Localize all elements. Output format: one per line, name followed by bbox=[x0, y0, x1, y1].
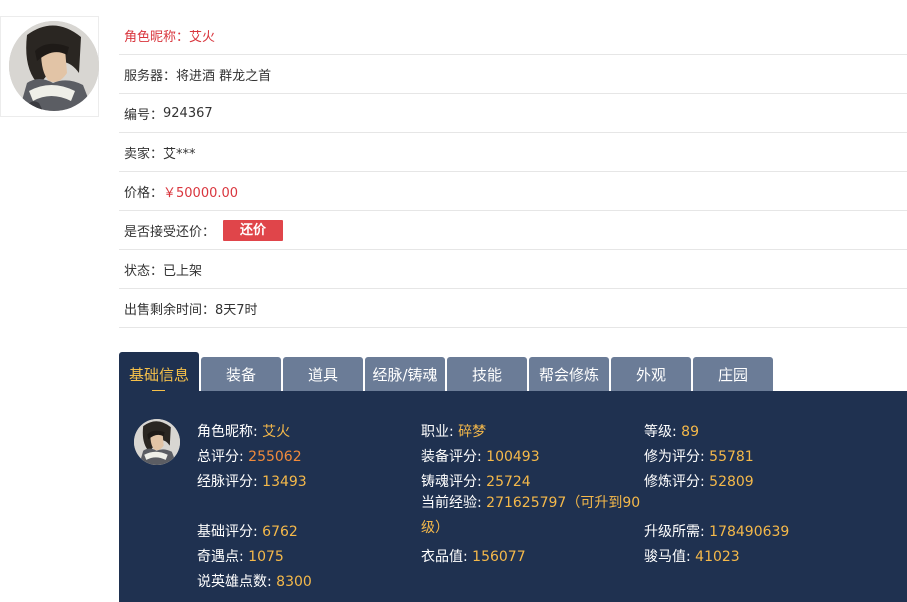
tab-manor[interactable]: 庄园 bbox=[693, 357, 773, 392]
price-value: ￥50000.00 bbox=[163, 185, 239, 201]
stat-hero-points: 说英雄点数: 8300 bbox=[197, 571, 312, 591]
stat-value: 156077 bbox=[472, 549, 526, 565]
seller-label: 卖家： bbox=[124, 146, 164, 162]
stat-label: 总评分: bbox=[197, 449, 249, 465]
stat-label: 奇遇点: bbox=[197, 549, 249, 565]
server-row: 服务器： 将进酒 群龙之首 bbox=[119, 55, 907, 94]
id-row: 编号： 924367 bbox=[119, 94, 907, 133]
stat-label: 当前经验: bbox=[421, 495, 487, 511]
stat-equip-score: 装备评分: 100493 bbox=[421, 446, 540, 466]
nickname-row: 角色昵称： 艾火 bbox=[119, 16, 907, 55]
remaining-time-value: 8天7时 bbox=[215, 302, 258, 318]
stat-label: 职业: bbox=[421, 424, 459, 440]
stat-value: 6762 bbox=[262, 524, 298, 540]
price-label: 价格： bbox=[124, 185, 164, 201]
stat-value: 8300 bbox=[276, 574, 312, 590]
stat-soul-score: 铸魂评分: 25724 bbox=[421, 471, 531, 491]
price-row: 价格： ￥50000.00 bbox=[119, 172, 907, 211]
stat-label: 说英雄点数: bbox=[197, 574, 277, 590]
stat-value: 1075 bbox=[248, 549, 284, 565]
stat-cultivation-score: 修为评分: 55781 bbox=[644, 446, 754, 466]
id-label: 编号： bbox=[124, 107, 164, 123]
stat-value: 89 bbox=[681, 424, 699, 440]
stat-label: 升级所需: bbox=[644, 524, 710, 540]
stat-horse: 骏马值: 41023 bbox=[644, 546, 740, 566]
counter-offer-row: 是否接受还价： 还价 bbox=[119, 211, 907, 250]
server-value: 将进酒 群龙之首 bbox=[176, 68, 272, 84]
stat-value: 178490639 bbox=[709, 524, 790, 540]
tab-label: 装备 bbox=[225, 366, 256, 384]
stat-value: 13493 bbox=[262, 474, 307, 490]
stat-label: 基础评分: bbox=[197, 524, 263, 540]
stat-nickname: 角色昵称: 艾火 bbox=[197, 421, 290, 441]
stat-label: 等级: bbox=[644, 424, 682, 440]
tab-equipment[interactable]: 装备 bbox=[201, 357, 281, 392]
character-avatar-small bbox=[134, 419, 180, 465]
status-value: 已上架 bbox=[163, 263, 203, 279]
stat-value: 55781 bbox=[709, 449, 754, 465]
stat-label: 经脉评分: bbox=[197, 474, 263, 490]
tab-label: 基础信息 bbox=[128, 366, 189, 384]
stat-label: 装备评分: bbox=[421, 449, 487, 465]
tab-label: 外观 bbox=[635, 366, 666, 384]
stat-value: 碎梦 bbox=[458, 424, 487, 440]
tab-label: 经脉/铸魂 bbox=[372, 366, 438, 384]
stat-current-exp: 当前经验: 271625797（可升到90级） bbox=[421, 491, 641, 541]
remaining-time-row: 出售剩余时间： 8天7时 bbox=[119, 289, 907, 328]
tab-appearance[interactable]: 外观 bbox=[611, 357, 691, 392]
stat-label: 修为评分: bbox=[644, 449, 710, 465]
remaining-time-label: 出售剩余时间： bbox=[124, 302, 216, 318]
tab-label: 帮会修炼 bbox=[538, 366, 599, 384]
tab-meridian[interactable]: 经脉/铸魂 bbox=[365, 357, 445, 392]
stat-label: 修炼评分: bbox=[644, 474, 710, 490]
tab-basic-info[interactable]: 基础信息 bbox=[119, 352, 199, 392]
stat-value: 41023 bbox=[695, 549, 740, 565]
stat-value: 100493 bbox=[486, 449, 540, 465]
stat-job: 职业: 碎梦 bbox=[421, 421, 486, 441]
stat-label: 衣品值: bbox=[421, 549, 473, 565]
counter-offer-label: 是否接受还价： bbox=[124, 224, 216, 240]
stat-total-score: 总评分: 255062 bbox=[197, 446, 302, 466]
character-avatar bbox=[9, 21, 99, 111]
stat-label: 角色昵称: bbox=[197, 424, 263, 440]
tab-label: 技能 bbox=[471, 366, 502, 384]
seller-value: 艾*** bbox=[163, 146, 196, 162]
status-row: 状态： 已上架 bbox=[119, 250, 907, 289]
stat-refine-score: 修炼评分: 52809 bbox=[644, 471, 754, 491]
stat-label: 铸魂评分: bbox=[421, 474, 487, 490]
tab-label: 道具 bbox=[307, 366, 338, 384]
stat-upgrade-need: 升级所需: 178490639 bbox=[644, 521, 789, 541]
nickname-label: 角色昵称： bbox=[124, 29, 190, 45]
tab-skills[interactable]: 技能 bbox=[447, 357, 527, 392]
basic-info-panel: 角色昵称: 艾火 总评分: 255062 经脉评分: 13493 基础评分: 6… bbox=[119, 391, 907, 602]
status-label: 状态： bbox=[124, 263, 164, 279]
tab-label: 庄园 bbox=[717, 366, 748, 384]
stat-adventure: 奇遇点: 1075 bbox=[197, 546, 284, 566]
stat-value: 艾火 bbox=[262, 424, 291, 440]
counter-offer-button[interactable]: 还价 bbox=[223, 219, 284, 241]
stat-label: 骏马值: bbox=[644, 549, 696, 565]
character-avatar-frame bbox=[0, 16, 99, 117]
stat-value: 25724 bbox=[486, 474, 531, 490]
stat-costume: 衣品值: 156077 bbox=[421, 546, 526, 566]
listing-info: 角色昵称： 艾火 服务器： 将进酒 群龙之首 编号： 924367 卖家： 艾*… bbox=[119, 16, 907, 328]
stat-meridian-score: 经脉评分: 13493 bbox=[197, 471, 307, 491]
server-label: 服务器： bbox=[124, 68, 177, 84]
tab-guild-training[interactable]: 帮会修炼 bbox=[529, 357, 609, 392]
nickname-value: 艾火 bbox=[189, 29, 216, 45]
stat-level: 等级: 89 bbox=[644, 421, 699, 441]
id-value: 924367 bbox=[163, 105, 213, 121]
tab-items[interactable]: 道具 bbox=[283, 357, 363, 392]
seller-row: 卖家： 艾*** bbox=[119, 133, 907, 172]
stat-value: 52809 bbox=[709, 474, 754, 490]
stat-value: 255062 bbox=[248, 449, 302, 465]
stat-base-score: 基础评分: 6762 bbox=[197, 521, 298, 541]
